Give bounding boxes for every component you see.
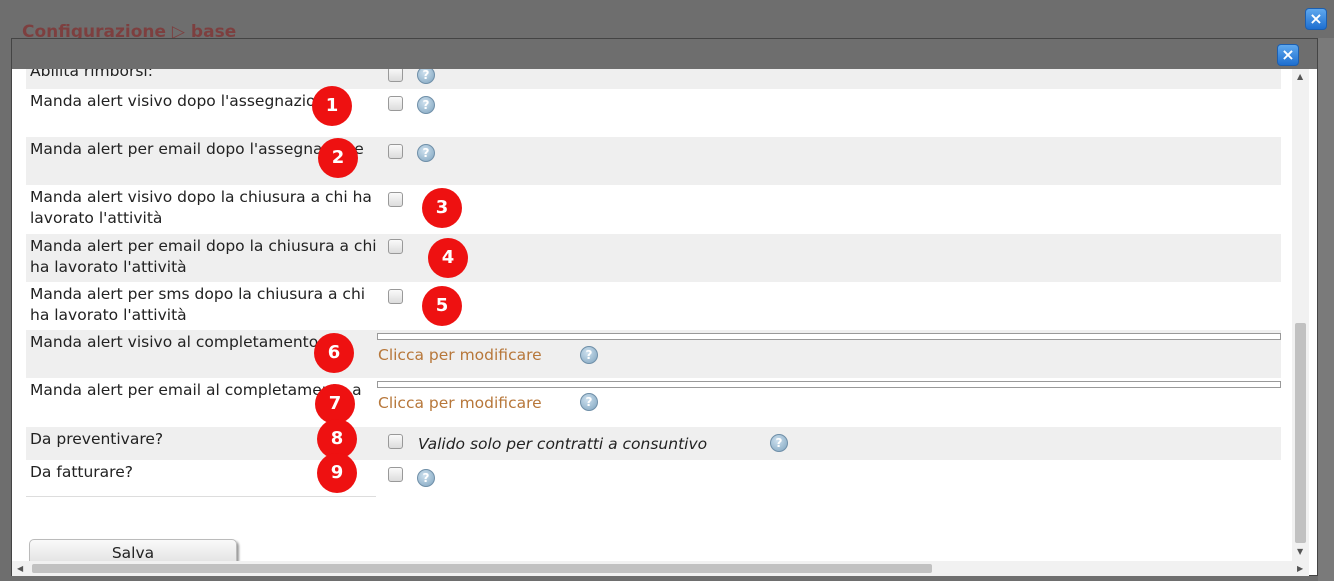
scroll-up-icon[interactable]: ▲ xyxy=(1297,72,1303,81)
setting-row-7: Manda alert per email al completamento a… xyxy=(26,378,1281,427)
number-badge: 9 xyxy=(317,453,357,493)
alert-visual-assign-checkbox[interactable] xyxy=(388,96,403,111)
setting-row-4: Manda alert per email dopo la chiusura a… xyxy=(26,234,1281,282)
number-badge: 4 xyxy=(428,238,468,278)
help-icon[interactable]: ? xyxy=(580,393,598,411)
save-button[interactable]: Salva xyxy=(29,539,237,561)
alert-sms-close-checkbox[interactable] xyxy=(388,289,403,304)
divider xyxy=(26,496,376,497)
setting-row-rimborsi: Abilita rimborsi: ? xyxy=(26,69,1281,89)
dialog-header: × xyxy=(12,39,1317,69)
recipients-field[interactable] xyxy=(377,381,1281,388)
setting-row-6: Manda alert visivo al completamento a 6 … xyxy=(26,330,1281,378)
background-close-icon[interactable]: × xyxy=(1305,8,1327,30)
setting-row-9: Da fatturare? 9 ? xyxy=(26,453,1281,496)
scroll-down-icon[interactable]: ▼ xyxy=(1297,547,1303,556)
setting-label: Manda alert per email dopo la chiusura a… xyxy=(30,237,377,276)
edit-link[interactable]: Clicca per modificare xyxy=(378,346,542,364)
setting-label: Abilita rimborsi: xyxy=(30,69,153,80)
help-icon[interactable]: ? xyxy=(417,96,435,114)
help-icon[interactable]: ? xyxy=(417,469,435,487)
number-badge: 1 xyxy=(312,86,352,126)
setting-row-5: Manda alert per sms dopo la chiusura a c… xyxy=(26,282,1281,330)
help-icon[interactable]: ? xyxy=(417,69,435,84)
setting-row-8: Da preventivare? 8 Valido solo per contr… xyxy=(26,419,1281,460)
alert-email-assign-checkbox[interactable] xyxy=(388,144,403,159)
setting-row-3: Manda alert visivo dopo la chiusura a ch… xyxy=(26,185,1281,234)
setting-label: Manda alert per sms dopo la chiusura a c… xyxy=(30,285,366,324)
help-icon[interactable]: ? xyxy=(770,434,788,452)
dialog-close-icon[interactable]: × xyxy=(1277,44,1299,66)
help-icon[interactable]: ? xyxy=(417,144,435,162)
scroll-left-icon[interactable]: ◀ xyxy=(17,564,23,573)
preventivare-checkbox[interactable] xyxy=(388,434,403,449)
note-text: Valido solo per contratti a consuntivo xyxy=(418,435,708,453)
page-scrollbar[interactable] xyxy=(1318,38,1334,581)
recipients-field[interactable] xyxy=(377,333,1281,340)
alert-email-close-checkbox[interactable] xyxy=(388,239,403,254)
fatturare-checkbox[interactable] xyxy=(388,467,403,482)
rimborsi-checkbox[interactable] xyxy=(388,69,403,82)
number-badge: 2 xyxy=(318,138,358,178)
vertical-scrollbar[interactable]: ▲ ▼ xyxy=(1292,69,1309,561)
number-badge: 6 xyxy=(314,333,354,373)
scroll-right-icon[interactable]: ▶ xyxy=(1297,564,1303,573)
help-icon[interactable]: ? xyxy=(580,346,598,364)
config-dialog: × Abilita rimborsi: ? Manda alert visivo… xyxy=(11,38,1318,576)
setting-label: Manda alert visivo dopo la chiusura a ch… xyxy=(30,188,372,227)
number-badge: 5 xyxy=(422,286,462,326)
setting-row-2: Manda alert per email dopo l'assegnazion… xyxy=(26,137,1281,185)
vertical-scroll-thumb[interactable] xyxy=(1295,323,1306,543)
horizontal-scrollbar[interactable]: ◀ ▶ xyxy=(12,561,1309,576)
edit-link[interactable]: Clicca per modificare xyxy=(378,394,542,412)
horizontal-scroll-thumb[interactable] xyxy=(32,564,932,573)
dialog-content: Abilita rimborsi: ? Manda alert visivo d… xyxy=(12,69,1292,561)
number-badge: 3 xyxy=(422,188,462,228)
number-badge: 7 xyxy=(315,384,355,424)
setting-row-1: Manda alert visivo dopo l'assegnazione 1… xyxy=(26,86,1281,137)
alert-visual-close-checkbox[interactable] xyxy=(388,192,403,207)
